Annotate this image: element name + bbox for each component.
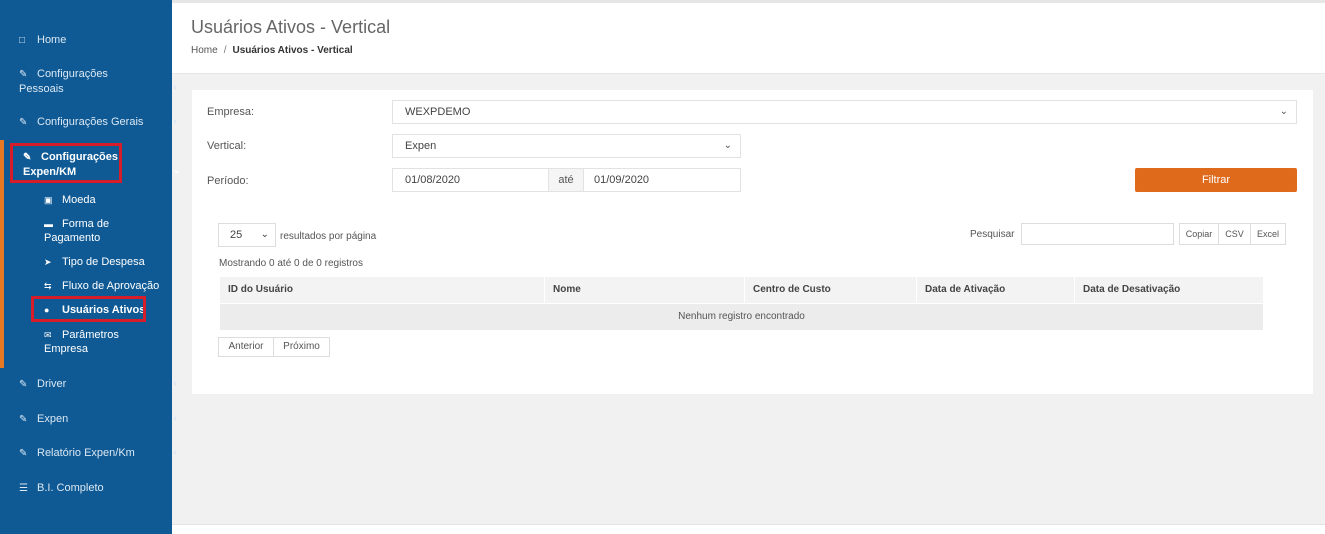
- highlight-box: [31, 296, 146, 322]
- sidebar-subitem-tipo-de-despesa[interactable]: ➤ Tipo de Despesa: [44, 255, 164, 269]
- sidebar-subitem-parametros-empresa[interactable]: ✉ Parâmetros Empresa: [44, 328, 164, 356]
- sidebar-item-configuracoes-gerais[interactable]: ✎ Configurações Gerais ‹: [0, 115, 191, 130]
- sidebar-item-label: B.I. Completo: [37, 482, 104, 494]
- edit-icon: ✎: [19, 414, 28, 425]
- sidebar-item-label: Configurações: [37, 68, 108, 80]
- sidebar-item-label: Expen: [37, 413, 69, 425]
- chevron-down-icon: ⌄: [723, 140, 732, 151]
- column-centro-de-custo[interactable]: Centro de Custo: [745, 277, 917, 303]
- search-label: Pesquisar: [970, 229, 1015, 240]
- sidebar-subitem-label: Empresa: [44, 343, 89, 355]
- empresa-value: WEXPDEMO: [405, 106, 471, 118]
- footer: [172, 525, 1325, 534]
- breadcrumb: Home / Usuários Ativos - Vertical: [191, 45, 353, 56]
- sidebar-item-label: Relatório Expen/Km: [37, 447, 135, 459]
- sidebar-subitem-moeda[interactable]: ▣ Moeda: [44, 193, 164, 207]
- breadcrumb-home[interactable]: Home: [191, 45, 218, 56]
- vertical-label: Vertical:: [207, 140, 247, 152]
- sidebar-item-bi-completo[interactable]: ☰ B.I. Completo: [0, 481, 191, 496]
- date-from-value: 01/08/2020: [405, 174, 461, 186]
- date-from-input[interactable]: 01/08/2020: [392, 168, 549, 192]
- column-nome[interactable]: Nome: [545, 277, 745, 303]
- sidebar-item-label: Driver: [37, 378, 67, 390]
- page-header: Usuários Ativos - Vertical Home / Usuários…: [172, 3, 1325, 74]
- sidebar-subitem-forma-de-pagamento[interactable]: ▬ Forma de Pagamento: [44, 217, 164, 245]
- money-icon: ▣: [44, 195, 53, 205]
- vertical-select[interactable]: Expen ⌄: [392, 134, 741, 158]
- next-page-button[interactable]: Próximo: [273, 337, 330, 357]
- sidebar-subitem-label: Pagamento: [44, 232, 101, 244]
- sidebar-item-label: Configurações Gerais: [37, 116, 144, 128]
- chevron-left-icon: ‹: [173, 116, 177, 127]
- table-empty-row: Nenhum registro encontrado: [220, 304, 1263, 330]
- csv-button[interactable]: CSV: [1218, 223, 1251, 245]
- sidebar-item-label: Home: [37, 34, 67, 46]
- empresa-select[interactable]: WEXPDEMO ⌄: [392, 100, 1297, 124]
- copy-button[interactable]: Copiar: [1179, 223, 1219, 245]
- sidebar-item-expen[interactable]: ✎ Expen ‹: [0, 412, 191, 427]
- sidebar-subitem-label: Tipo de Despesa: [62, 256, 145, 268]
- edit-icon: ✎: [19, 379, 28, 390]
- previous-page-button[interactable]: Anterior: [218, 337, 274, 357]
- filtrar-button[interactable]: Filtrar: [1135, 168, 1297, 192]
- vertical-value: Expen: [405, 140, 437, 152]
- sidebar-item-configuracoes-pessoais[interactable]: ✎ Configurações Pessoais ‹: [0, 67, 191, 96]
- envelope-icon: ✉: [44, 330, 52, 340]
- chevron-left-icon: ‹: [173, 82, 177, 93]
- sidebar-subitem-fluxo-de-aprovacao[interactable]: ⇆ Fluxo de Aprovação: [44, 279, 164, 293]
- sidebar-subitem-label: Forma de: [62, 218, 110, 230]
- sidebar-item-driver[interactable]: ✎ Driver ‹: [0, 377, 191, 392]
- column-data-desativacao[interactable]: Data de Desativação: [1075, 277, 1263, 303]
- date-to-input[interactable]: 01/09/2020: [583, 168, 741, 192]
- highlight-box: [10, 143, 122, 183]
- empresa-label: Empresa:: [207, 106, 255, 118]
- sidebar-item-home[interactable]: □ Home: [0, 33, 191, 48]
- chevron-left-icon: ‹: [173, 378, 177, 389]
- sidebar-subitem-label: Moeda: [62, 194, 96, 206]
- search-input[interactable]: [1021, 223, 1174, 245]
- sidebar-item-relatorio-expen-km[interactable]: ✎ Relatório Expen/Km ‹: [0, 446, 191, 461]
- table-header: ID do Usuário Nome Centro de Custo Data …: [220, 277, 1263, 303]
- breadcrumb-separator: /: [223, 45, 227, 56]
- records-info: Mostrando 0 até 0 de 0 registros: [219, 258, 363, 269]
- per-page-label: resultados por página: [280, 231, 377, 242]
- column-id-usuario[interactable]: ID do Usuário: [220, 277, 545, 303]
- sidebar-item-label: Pessoais: [19, 83, 64, 95]
- periodo-label: Período:: [207, 175, 249, 187]
- edit-icon: ✎: [19, 117, 28, 128]
- column-data-ativacao[interactable]: Data de Ativação: [917, 277, 1075, 303]
- date-range-separator: até: [548, 168, 584, 192]
- laptop-icon: □: [19, 35, 26, 46]
- sidebar-subitem-label: Parâmetros: [62, 329, 119, 341]
- sidebar-subitem-label: Fluxo de Aprovação: [62, 280, 160, 292]
- per-page-select[interactable]: 25 ⌄: [218, 223, 276, 247]
- excel-button[interactable]: Excel: [1250, 223, 1286, 245]
- chevron-down-icon: ⌄: [260, 229, 269, 240]
- list-icon: ☰: [19, 483, 28, 494]
- chevron-down-icon: ⌄: [1279, 106, 1288, 117]
- chevron-down-icon: ⌄: [172, 165, 181, 176]
- tag-icon: ➤: [44, 257, 52, 267]
- sidebar: □ Home ✎ Configurações Pessoais ‹ ✎ Configu…: [0, 0, 181, 534]
- date-to-value: 01/09/2020: [594, 174, 650, 186]
- breadcrumb-current: Usuários Ativos - Vertical: [232, 45, 353, 56]
- main-card: Empresa: WEXPDEMO ⌄ Vertical: Expen ⌄ Pe…: [192, 90, 1313, 394]
- per-page-value: 25: [230, 229, 243, 241]
- retweet-icon: ⇆: [44, 281, 52, 291]
- chevron-left-icon: ‹: [173, 413, 177, 424]
- edit-icon: ✎: [19, 448, 28, 459]
- chevron-left-icon: ‹: [173, 447, 177, 458]
- card-icon: ▬: [44, 219, 53, 229]
- edit-icon: ✎: [19, 69, 28, 80]
- page-title: Usuários Ativos - Vertical: [191, 17, 391, 37]
